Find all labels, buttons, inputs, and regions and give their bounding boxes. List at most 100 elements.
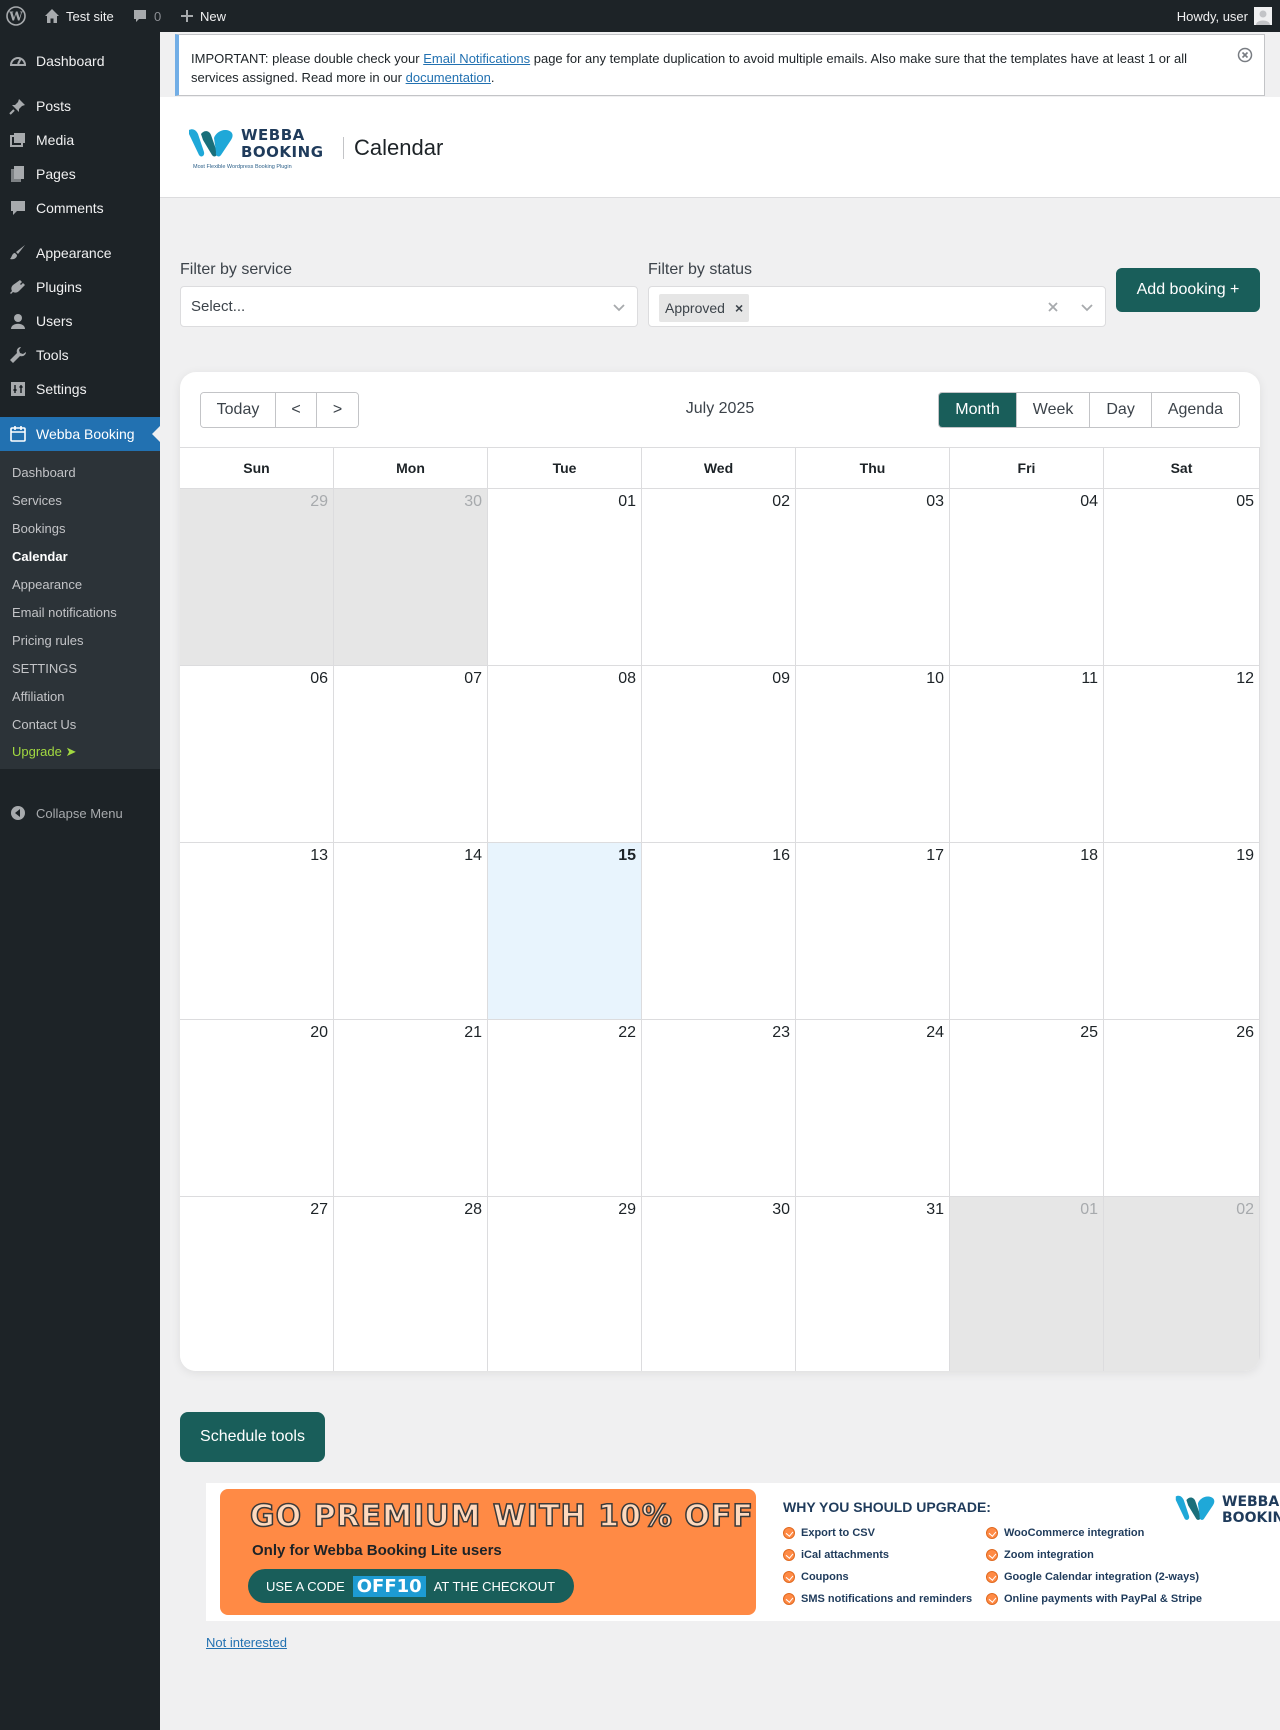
- menu-item-plugins[interactable]: Plugins: [0, 270, 160, 304]
- day-cell[interactable]: 10: [796, 665, 950, 842]
- menu-item-dashboard[interactable]: Dashboard: [0, 44, 160, 78]
- premium-promo-banner[interactable]: GO PREMIUM WITH 10% OFF Only for Webba B…: [206, 1483, 1280, 1621]
- feature-label: iCal attachments: [801, 1549, 890, 1561]
- day-cell[interactable]: 23: [642, 1019, 796, 1196]
- day-cell[interactable]: 26: [1104, 1019, 1260, 1196]
- menu-item-webba-booking[interactable]: Webba Booking: [0, 417, 160, 451]
- menu-item-users[interactable]: Users: [0, 304, 160, 338]
- view-agenda-button[interactable]: Agenda: [1151, 393, 1239, 427]
- day-cell[interactable]: 31: [796, 1196, 950, 1371]
- promo-code-suffix: AT THE CHECKOUT: [433, 1578, 556, 1594]
- logo-word-2: BOOKING: [241, 143, 324, 161]
- chevron-down-icon[interactable]: [1079, 299, 1095, 315]
- menu-item-pages[interactable]: Pages: [0, 157, 160, 191]
- day-number: 02: [772, 493, 790, 510]
- documentation-link[interactable]: documentation: [406, 70, 491, 85]
- submenu-contact-us[interactable]: Contact Us: [12, 714, 76, 734]
- site-name-link[interactable]: Test site: [44, 0, 114, 32]
- day-cell[interactable]: 20: [180, 1019, 334, 1196]
- add-booking-button[interactable]: Add booking +: [1116, 268, 1260, 312]
- day-cell[interactable]: 25: [950, 1019, 1104, 1196]
- submenu-email-notifications[interactable]: Email notifications: [12, 602, 117, 622]
- submenu-affiliation[interactable]: Affiliation: [12, 686, 65, 706]
- day-cell[interactable]: 12: [1104, 665, 1260, 842]
- schedule-tools-button[interactable]: Schedule tools: [180, 1412, 325, 1462]
- day-cell[interactable]: 30: [642, 1196, 796, 1371]
- day-cell[interactable]: 18: [950, 842, 1104, 1019]
- feature-item: Export to CSV: [783, 1527, 875, 1539]
- status-filter-select[interactable]: Approved ×: [648, 286, 1106, 327]
- day-cell[interactable]: 03: [796, 488, 950, 665]
- day-number: 08: [618, 670, 636, 687]
- menu-item-posts[interactable]: Posts: [0, 89, 160, 123]
- day-cell[interactable]: 24: [796, 1019, 950, 1196]
- submenu-services[interactable]: Services: [12, 490, 62, 510]
- day-cell[interactable]: 29: [180, 488, 334, 665]
- comments-link[interactable]: 0: [132, 0, 161, 32]
- submenu-pricing-rules[interactable]: Pricing rules: [12, 630, 84, 650]
- menu-item-media[interactable]: Media: [0, 123, 160, 157]
- submenu-dashboard[interactable]: Dashboard: [12, 462, 76, 482]
- day-number: 05: [1236, 493, 1254, 510]
- day-cell[interactable]: 02: [642, 488, 796, 665]
- wordpress-logo-icon[interactable]: W: [6, 0, 26, 32]
- service-select-placeholder: Select...: [191, 298, 246, 315]
- day-cell[interactable]: 28: [334, 1196, 488, 1371]
- day-cell[interactable]: 13: [180, 842, 334, 1019]
- day-cell[interactable]: 02: [1104, 1196, 1260, 1371]
- user-account-menu[interactable]: Howdy, user: [1177, 0, 1272, 32]
- clear-selection-icon[interactable]: [1045, 299, 1061, 315]
- email-notifications-link[interactable]: Email Notifications: [423, 51, 530, 66]
- day-number: 30: [464, 493, 482, 510]
- day-cell[interactable]: 01: [950, 1196, 1104, 1371]
- filter-status-label: Filter by status: [648, 261, 753, 278]
- day-cell[interactable]: 05: [1104, 488, 1260, 665]
- day-cell[interactable]: 16: [642, 842, 796, 1019]
- menu-label: Users: [36, 313, 73, 329]
- day-cell[interactable]: 17: [796, 842, 950, 1019]
- day-number: 07: [464, 670, 482, 687]
- day-cell[interactable]: 06: [180, 665, 334, 842]
- day-cell[interactable]: 11: [950, 665, 1104, 842]
- day-cell[interactable]: 07: [334, 665, 488, 842]
- day-cell[interactable]: 01: [488, 488, 642, 665]
- check-icon: [783, 1571, 795, 1583]
- collapse-menu-button[interactable]: Collapse Menu: [0, 796, 160, 830]
- promo-offer-panel: GO PREMIUM WITH 10% OFF Only for Webba B…: [220, 1489, 756, 1615]
- menu-item-appearance[interactable]: Appearance: [0, 236, 160, 270]
- day-cell[interactable]: 29: [488, 1196, 642, 1371]
- service-filter-select[interactable]: Select...: [180, 286, 638, 327]
- view-week-button[interactable]: Week: [1016, 393, 1091, 427]
- day-cell[interactable]: 27: [180, 1196, 334, 1371]
- prev-month-button[interactable]: <: [276, 393, 317, 427]
- not-interested-link[interactable]: Not interested: [206, 1635, 287, 1650]
- new-content-link[interactable]: New: [180, 0, 226, 32]
- menu-label: Posts: [36, 98, 72, 114]
- day-cell[interactable]: 19: [1104, 842, 1260, 1019]
- day-cell[interactable]: 15: [488, 842, 642, 1019]
- today-button[interactable]: Today: [201, 393, 276, 427]
- day-cell[interactable]: 09: [642, 665, 796, 842]
- next-month-button[interactable]: >: [317, 393, 358, 427]
- submenu-calendar[interactable]: Calendar: [12, 546, 68, 566]
- submenu-settings[interactable]: SETTINGS: [12, 658, 77, 678]
- day-number: 31: [926, 1201, 944, 1218]
- day-cell[interactable]: 21: [334, 1019, 488, 1196]
- menu-item-settings[interactable]: Settings: [0, 372, 160, 406]
- view-month-button[interactable]: Month: [939, 393, 1017, 427]
- day-cell[interactable]: 14: [334, 842, 488, 1019]
- chevron-down-icon[interactable]: [611, 299, 627, 315]
- day-cell[interactable]: 30: [334, 488, 488, 665]
- day-cell[interactable]: 04: [950, 488, 1104, 665]
- submenu-upgrade[interactable]: Upgrade ➤: [12, 742, 76, 762]
- submenu-appearance[interactable]: Appearance: [12, 574, 82, 594]
- day-cell[interactable]: 08: [488, 665, 642, 842]
- submenu-bookings[interactable]: Bookings: [12, 518, 65, 538]
- menu-item-tools[interactable]: Tools: [0, 338, 160, 372]
- view-day-button[interactable]: Day: [1090, 393, 1152, 427]
- day-number: 14: [464, 847, 482, 864]
- menu-item-comments[interactable]: Comments: [0, 191, 160, 225]
- dismiss-notice-icon[interactable]: [1237, 47, 1253, 63]
- day-cell[interactable]: 22: [488, 1019, 642, 1196]
- remove-chip-icon[interactable]: ×: [731, 300, 749, 316]
